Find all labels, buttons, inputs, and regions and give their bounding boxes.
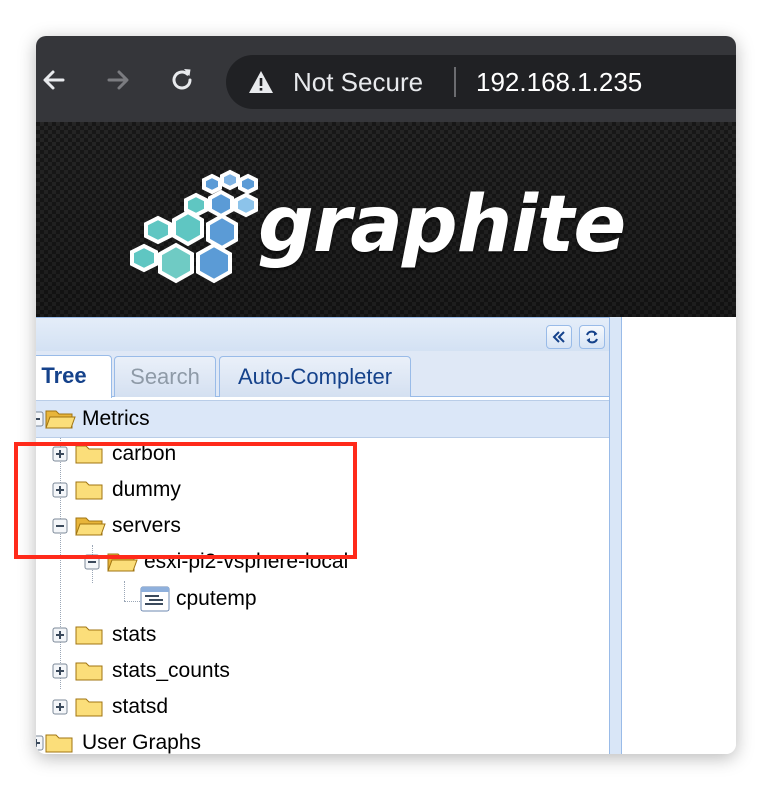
- tree-guide-line: [124, 601, 140, 602]
- tree-node-stats[interactable]: stats: [52, 618, 156, 652]
- tree-guide-line: [124, 581, 125, 601]
- panel-header: [36, 317, 609, 352]
- graphite-banner: graphite: [36, 122, 736, 317]
- tab-tree[interactable]: Tree: [36, 355, 112, 398]
- address-bar[interactable]: Not Secure 192.168.1.235: [226, 55, 736, 109]
- open-folder-icon: [45, 410, 76, 429]
- panel-splitter[interactable]: [610, 317, 621, 754]
- tree-node-cputemp[interactable]: cputemp: [140, 582, 257, 616]
- expand-toggle-icon[interactable]: [52, 446, 68, 462]
- tab-auto-completer[interactable]: Auto-Completer: [219, 356, 411, 397]
- metric-leaf-icon: [140, 586, 170, 612]
- folder-icon: [45, 734, 73, 753]
- collapse-icon: [552, 331, 565, 343]
- browser-toolbar: Not Secure 192.168.1.235: [36, 36, 736, 122]
- tree-node-label: cputemp: [176, 587, 257, 610]
- folder-icon: [75, 481, 103, 500]
- reload-button[interactable]: [164, 62, 200, 98]
- tree-node-label: servers: [112, 514, 181, 537]
- collapse-toggle-icon[interactable]: [84, 554, 100, 570]
- tree-node-carbon[interactable]: carbon: [52, 437, 176, 471]
- open-folder-icon: [107, 553, 138, 572]
- tab-strip: Tree Search Auto-Completer: [36, 351, 609, 398]
- tree-node-statsd[interactable]: statsd: [52, 690, 168, 724]
- tree-node-label: stats_counts: [112, 659, 230, 682]
- forward-arrow-icon: [107, 70, 129, 90]
- tree-node-label: User Graphs: [82, 731, 202, 754]
- logo-text: graphite: [258, 180, 626, 270]
- warning-icon: [249, 71, 273, 93]
- folder-icon: [75, 445, 103, 464]
- expand-toggle-icon[interactable]: [52, 663, 68, 679]
- tree-node-label: esxi-pi2-vsphere-local: [144, 550, 349, 573]
- security-label[interactable]: Not Secure: [293, 66, 423, 98]
- tree-node-stats-counts[interactable]: stats_counts: [52, 654, 230, 688]
- refresh-icon: [586, 330, 598, 344]
- expand-toggle-icon[interactable]: [52, 699, 68, 715]
- collapse-toggle-icon[interactable]: [36, 411, 44, 427]
- tree-node-label: statsd: [112, 695, 169, 718]
- expand-toggle-icon[interactable]: [52, 482, 68, 498]
- tree-node-user-graphs[interactable]: User Graphs: [36, 726, 201, 754]
- navigation-panel: Tree Search Auto-Completer Metrics carbo…: [36, 317, 610, 754]
- graph-area-panel: [621, 317, 736, 754]
- tree-node-dummy[interactable]: dummy: [52, 473, 181, 507]
- tree-node-servers[interactable]: servers: [52, 509, 181, 543]
- folder-icon: [75, 662, 103, 681]
- tree-node-label: Metrics: [82, 407, 150, 430]
- expand-toggle-icon[interactable]: [52, 627, 68, 643]
- reload-icon: [172, 69, 192, 90]
- graphite-logo: graphite: [126, 162, 626, 292]
- back-arrow-icon: [43, 70, 65, 90]
- omnibox-separator: [454, 67, 456, 97]
- back-button[interactable]: [36, 62, 72, 98]
- tab-search[interactable]: Search: [114, 356, 216, 397]
- browser-window: Not Secure 192.168.1.235 graphite Tree S…: [36, 36, 736, 754]
- folder-icon: [75, 626, 103, 645]
- hex-cluster-icon: [130, 169, 258, 284]
- refresh-tree-button[interactable]: [579, 325, 605, 349]
- tree-node-label: stats: [112, 623, 157, 646]
- metrics-tree: Metrics carbon dummy servers esxi-pi2-vs…: [36, 397, 609, 754]
- tree-node-label: dummy: [112, 478, 181, 501]
- open-folder-icon: [75, 517, 106, 536]
- url-text[interactable]: 192.168.1.235: [476, 66, 642, 98]
- collapse-panel-button[interactable]: [546, 325, 572, 349]
- tree-node-metrics[interactable]: Metrics: [36, 400, 609, 438]
- folder-icon: [75, 698, 103, 717]
- expand-toggle-icon[interactable]: [36, 735, 44, 751]
- tree-node-label: carbon: [112, 442, 177, 465]
- forward-button[interactable]: [100, 62, 136, 98]
- collapse-toggle-icon[interactable]: [52, 518, 68, 534]
- tree-node-esxi-pi2-vsphere-local[interactable]: esxi-pi2-vsphere-local: [84, 545, 348, 579]
